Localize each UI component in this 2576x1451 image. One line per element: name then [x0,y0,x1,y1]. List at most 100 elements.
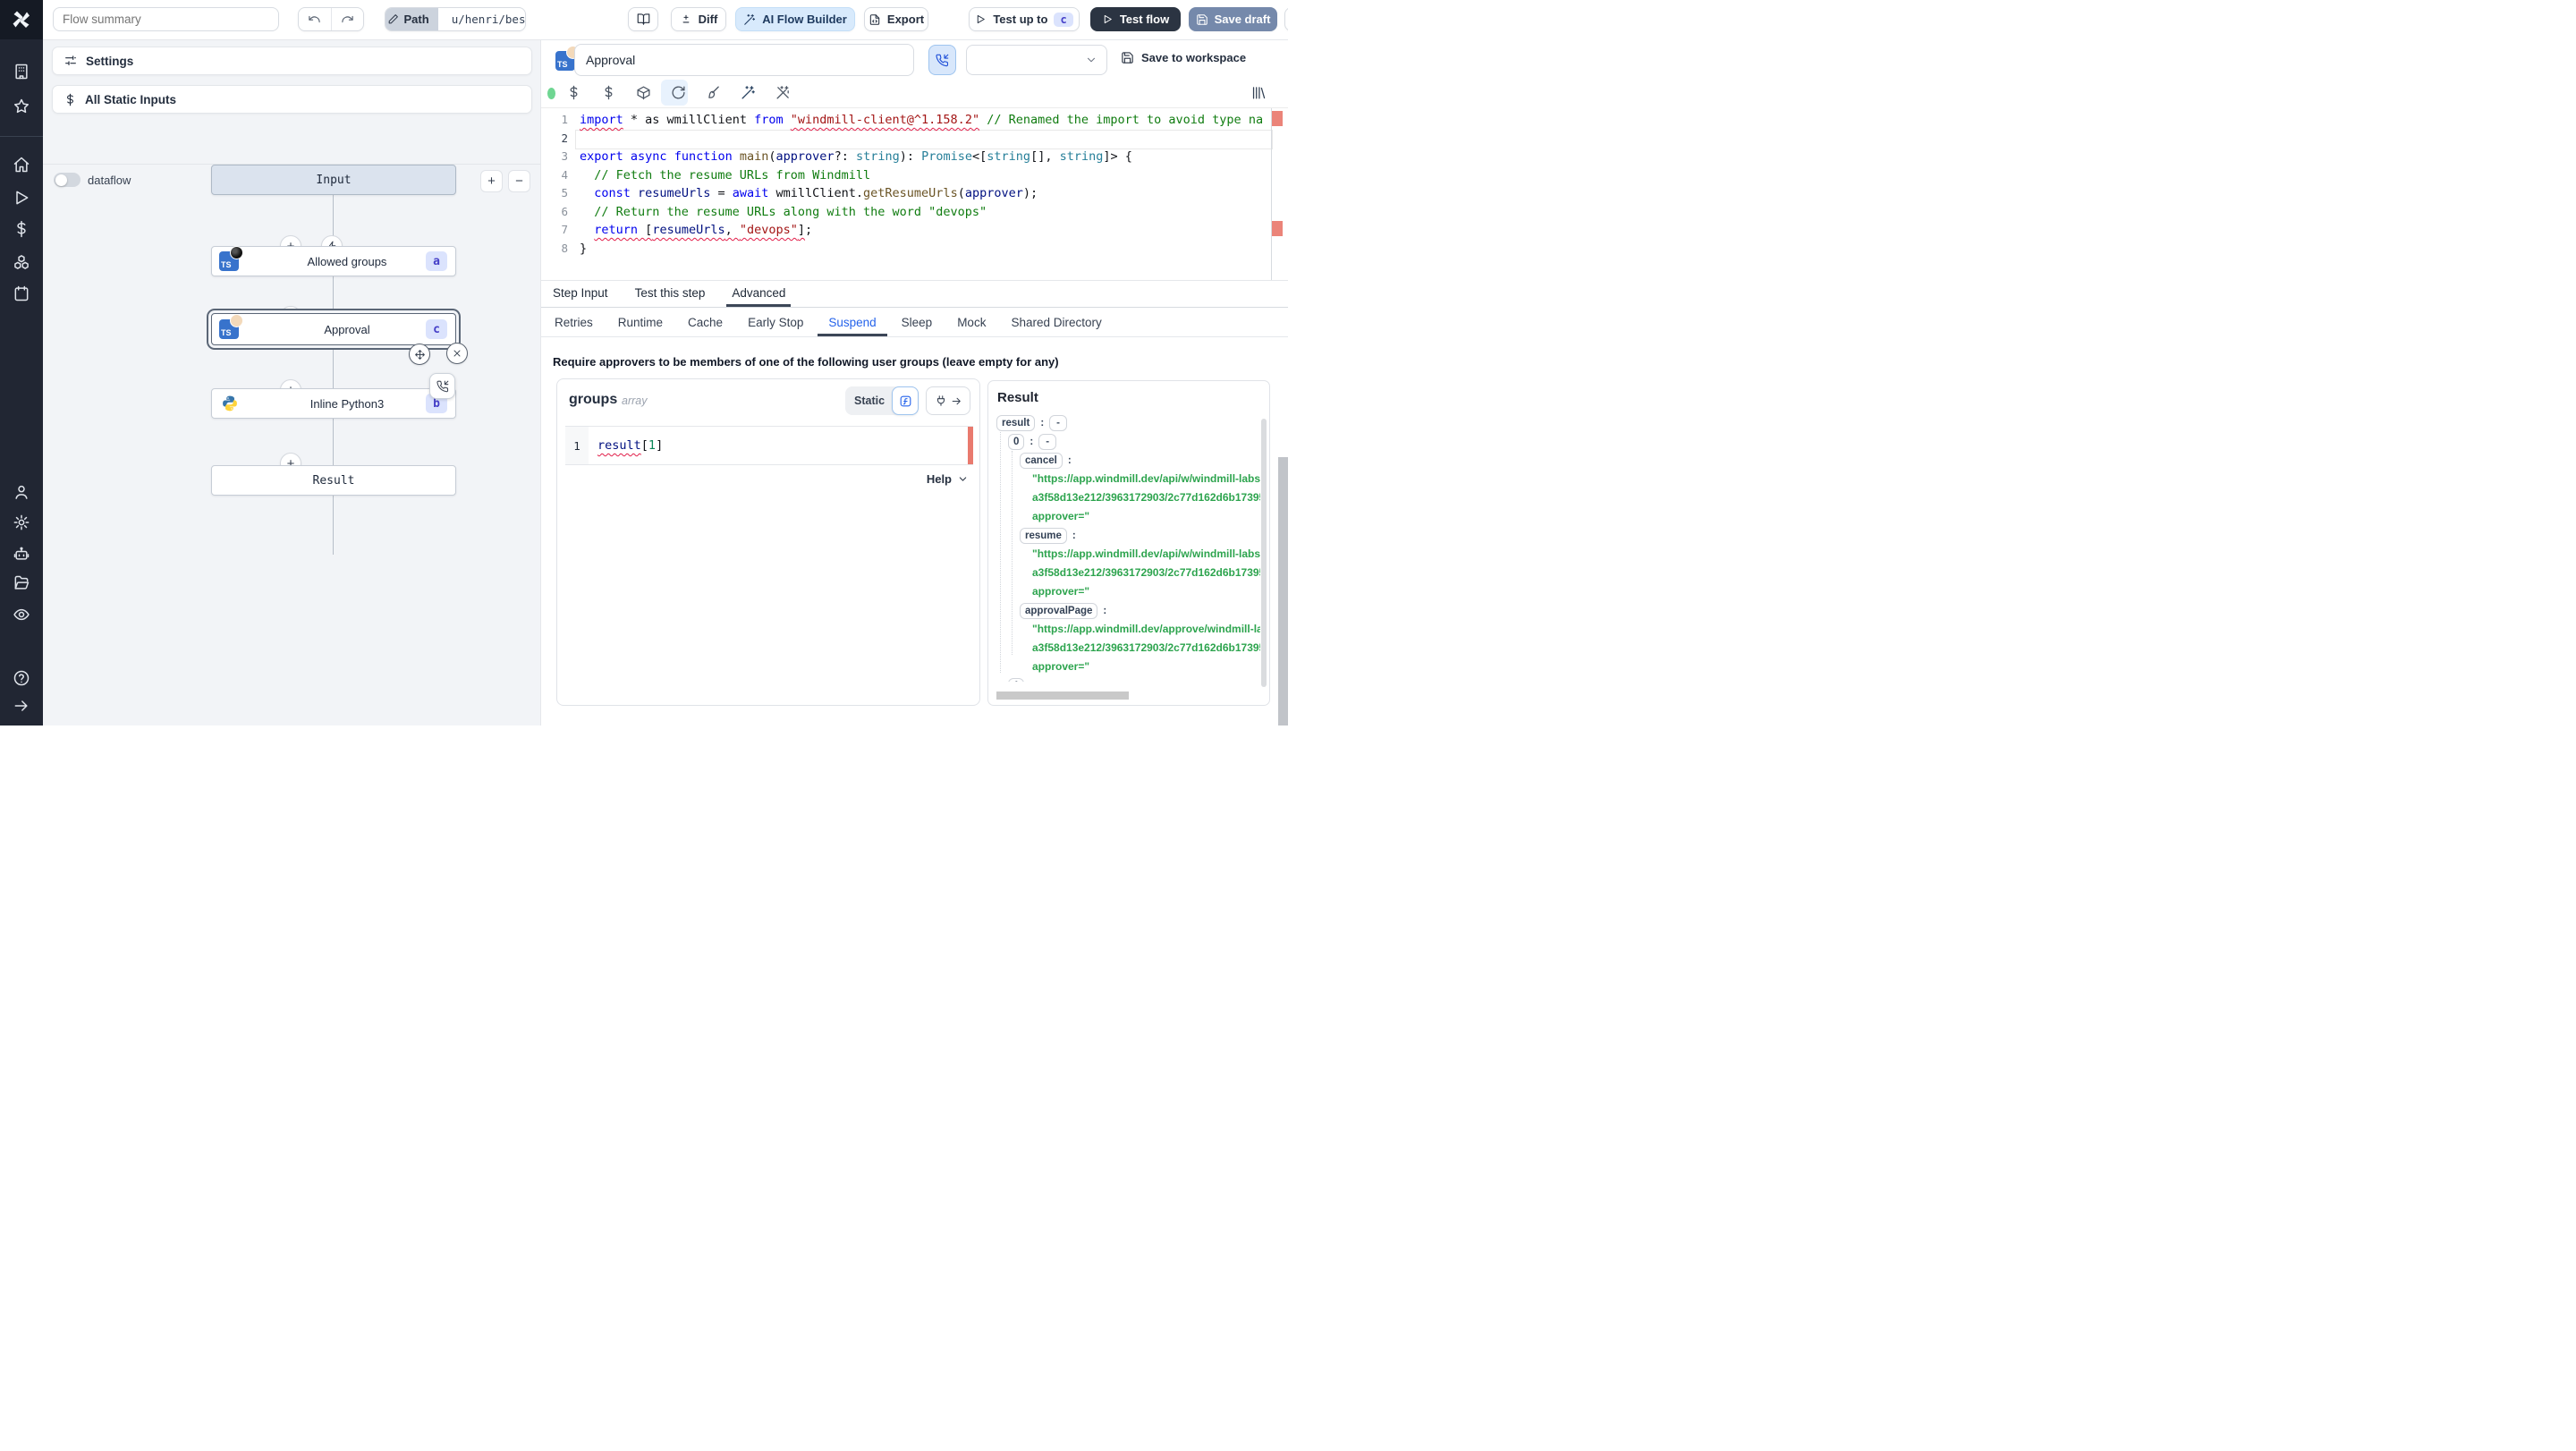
windmill-logo[interactable] [0,0,43,39]
dollar-icon [605,85,613,100]
static-label: Static [854,395,886,407]
format-icon-button[interactable] [706,85,721,100]
subtab-shared-directory[interactable]: Shared Directory [1009,308,1103,336]
move-node-button[interactable] [409,344,430,365]
ai-flow-builder-button[interactable]: AI Flow Builder [735,7,855,31]
ai-assist-icon-button[interactable] [741,85,756,100]
subtab-retries[interactable]: Retries [553,308,595,336]
folder-open-icon [14,575,30,590]
sidebar-item-settings[interactable] [13,513,30,531]
subtab-mock[interactable]: Mock [955,308,987,336]
node-approval-badge: c [426,319,447,339]
ai-off-icon-button[interactable] [775,85,791,100]
sidebar-item-workers[interactable] [13,545,30,563]
node-result[interactable]: Result [211,465,456,496]
flow-settings-button[interactable]: Settings [52,47,532,75]
typescript-icon: TS [555,46,580,71]
result-vertical-scrollbar[interactable] [1261,419,1267,687]
sidebar-item-favorites[interactable] [13,98,30,115]
test-up-to-step-badge: c [1054,12,1073,27]
edge [333,494,334,555]
zoom-out-button[interactable]: − [508,170,530,192]
test-up-to-button[interactable]: Test up to c [969,7,1080,31]
docs-button[interactable] [628,7,658,31]
tab-advanced[interactable]: Advanced [726,279,792,307]
all-static-inputs-button[interactable]: All Static Inputs [52,85,532,114]
variables-icon-button[interactable] [601,85,616,100]
kind-select[interactable] [966,45,1107,75]
package-icon-button[interactable] [636,85,651,100]
dataflow-toggle[interactable] [54,173,80,187]
tab-test-this-step[interactable]: Test this step [635,279,706,307]
deploy-button-clipped[interactable] [1284,7,1288,31]
save-to-workspace-button[interactable]: Save to workspace [1121,51,1246,64]
node-python-label: Inline Python3 [309,396,385,411]
step-name-input[interactable] [574,44,914,76]
subtab-early-stop[interactable]: Early Stop [746,308,805,336]
subtab-sleep[interactable]: Sleep [900,308,935,336]
subtab-cache[interactable]: Cache [686,308,724,336]
error-marker [1272,111,1283,126]
result-panel: Result result: -0: - cancel: "https://app.wi… [987,380,1270,706]
save-draft-button[interactable]: Save draft [1189,7,1277,31]
result-horizontal-scrollbar[interactable] [996,692,1129,700]
sidebar-item-home[interactable] [13,156,30,174]
node-approval-selected[interactable]: TS Approval c [211,313,456,345]
diff-label: Diff [698,13,718,26]
zoom-in-button[interactable]: + [480,170,503,192]
sidebar-item-audit-logs[interactable] [13,606,30,624]
static-toggle[interactable]: Static [845,386,919,415]
sidebar-expand-button[interactable] [13,697,30,715]
delete-node-button[interactable] [446,343,468,364]
top-toolbar: Path u/henri/bes Diff AI Flow Builder Ex… [0,0,1288,40]
eye-icon [13,608,30,621]
reload-icon-button[interactable] [671,85,686,100]
groups-expression-editor[interactable]: 1 result[1] [565,426,973,465]
line-number: 1 [565,427,589,464]
sidebar-item-resources[interactable] [13,253,30,271]
diff-button[interactable]: Diff [671,7,726,31]
test-flow-button[interactable]: Test flow [1090,7,1181,31]
sidebar-item-variables[interactable] [13,220,30,238]
redo-button[interactable] [330,8,364,30]
advanced-subtabs: Retries Runtime Cache Early Stop Suspend… [541,308,1288,337]
sidebar-item-workspace[interactable] [13,63,30,81]
subtab-early-stop-label: Early Stop [748,315,804,329]
tree-guide [1012,451,1013,655]
flow-summary-input[interactable] [53,7,279,31]
connect-result-button[interactable] [926,386,970,415]
sidebar-item-schedules[interactable] [13,284,30,302]
sidebar-item-help[interactable] [13,669,30,687]
chevron-down-icon [1087,57,1096,63]
node-input[interactable]: Input [211,165,456,195]
library-icon-button[interactable] [1250,85,1266,100]
code-editor[interactable]: 1 import * as wmillClient from "windmill-… [541,107,1288,281]
tab-step-input[interactable]: Step Input [553,279,608,307]
save-draft-label: Save draft [1214,13,1271,26]
subtab-suspend[interactable]: Suspend [818,308,888,336]
sidebar-item-folders[interactable] [13,574,30,592]
move-icon [414,349,425,360]
suspend-phone-indicator[interactable] [429,373,455,399]
help-expander[interactable]: Help [927,472,969,486]
node-inline-python[interactable]: Inline Python3 b [211,388,456,419]
result-json-tree[interactable]: result: -0: - cancel: "https://app.windmill.… [996,413,1260,682]
suspend-phone-button[interactable] [928,45,956,75]
help-circle-icon [13,670,30,686]
static-inputs-icon-button[interactable] [566,85,581,100]
subtab-runtime[interactable]: Runtime [616,308,665,336]
arrow-right-icon [952,397,961,404]
sidebar-item-runs[interactable] [13,189,30,207]
flow-graph-panel: Settings All Static Inputs dataflow + − … [43,39,541,726]
window-scrollbar[interactable] [1278,457,1288,726]
undo-button[interactable] [299,8,331,30]
function-mode-button[interactable] [892,386,919,415]
redo-icon [342,15,353,23]
sidebar-item-users[interactable] [13,483,30,501]
export-button[interactable]: Export [864,7,928,31]
node-allowed-groups[interactable]: TS Allowed groups a [211,246,456,276]
groups-expression: result[1] [597,438,664,453]
undo-icon [309,15,320,23]
typescript-icon: TS [219,246,243,271]
path-button[interactable]: Path u/henri/bes [385,7,526,31]
